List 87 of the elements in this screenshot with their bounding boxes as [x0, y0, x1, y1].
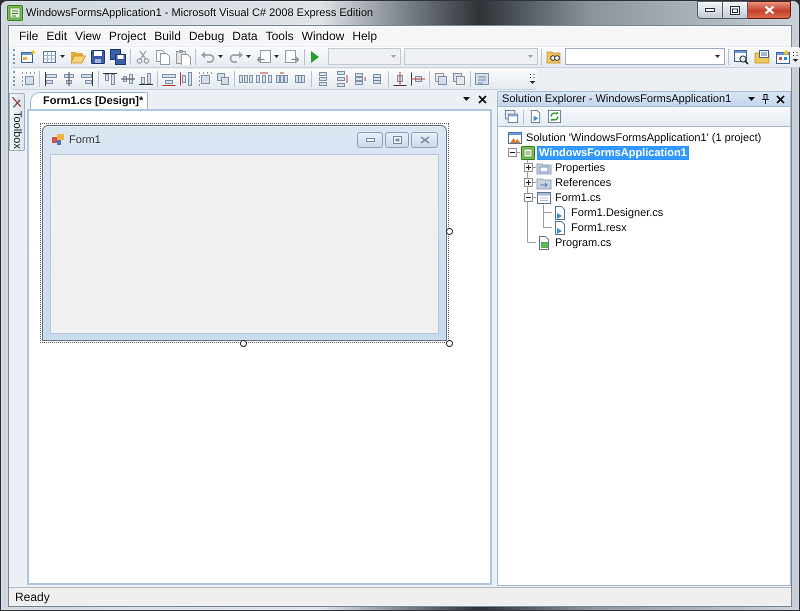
- toolbox-tab[interactable]: Toolbox: [9, 93, 25, 151]
- window-stack-icon[interactable]: [504, 109, 519, 124]
- send-to-back-icon[interactable]: [451, 70, 467, 86]
- menu-item[interactable]: Help: [350, 28, 379, 44]
- minimize-icon: [366, 138, 374, 142]
- close-button[interactable]: [748, 1, 791, 19]
- menu-item[interactable]: Debug: [186, 28, 226, 44]
- minimize-icon: [705, 8, 715, 12]
- copy-icon[interactable]: [155, 48, 171, 64]
- pin-icon[interactable]: [762, 94, 769, 104]
- tree-item[interactable]: Program.cs: [553, 236, 614, 250]
- menu-item[interactable]: Window: [300, 28, 346, 44]
- new-window-icon[interactable]: [20, 48, 36, 64]
- dropdown-arrow-icon[interactable]: [274, 55, 279, 58]
- menu-item[interactable]: View: [73, 28, 103, 44]
- menu-item[interactable]: Edit: [44, 28, 70, 44]
- tree-item[interactable]: Form1.cs: [553, 190, 603, 204]
- tree-item[interactable]: References: [553, 176, 614, 190]
- save-icon[interactable]: [90, 48, 106, 64]
- dropdown-arrow-icon[interactable]: [463, 97, 470, 101]
- toolbar-overflow-icon[interactable]: [529, 72, 536, 84]
- center-horizontally-icon[interactable]: [392, 70, 408, 86]
- center-vertically-icon[interactable]: [410, 70, 426, 86]
- resize-handle[interactable]: [240, 340, 247, 347]
- dropdown-arrow-icon[interactable]: [60, 55, 65, 58]
- collapse-icon[interactable]: [508, 148, 516, 157]
- align-right-icon[interactable]: [79, 70, 95, 86]
- align-bottom-icon[interactable]: [138, 70, 154, 86]
- expand-icon[interactable]: [524, 178, 532, 187]
- file-icon: [552, 204, 568, 220]
- collapse-icon[interactable]: [524, 193, 532, 202]
- bring-to-front-icon[interactable]: [433, 70, 449, 86]
- align-center-icon[interactable]: [61, 70, 77, 86]
- folder-page-icon[interactable]: [754, 48, 770, 64]
- align-top-icon[interactable]: [102, 70, 118, 86]
- menu-item[interactable]: Data: [230, 28, 260, 44]
- toolbar-overflow-icon[interactable]: [792, 50, 799, 62]
- menu-item[interactable]: Tools: [264, 28, 296, 44]
- maximize-icon: [730, 6, 740, 14]
- size-to-grid-icon[interactable]: [197, 70, 213, 86]
- align-to-grid-icon[interactable]: [20, 70, 36, 86]
- maximize-icon: [392, 136, 402, 144]
- tree-item[interactable]: Properties: [553, 160, 608, 174]
- panel-title: Solution Explorer - WindowsFormsApplication1: [502, 92, 732, 106]
- dropdown-arrow-icon[interactable]: [246, 55, 251, 58]
- close-icon[interactable]: [776, 94, 785, 104]
- menu-item[interactable]: Project: [106, 28, 148, 44]
- minimize-button[interactable]: [697, 1, 723, 19]
- tools-icon: [10, 96, 24, 109]
- play-icon[interactable]: [310, 50, 320, 64]
- form-title: Form1: [69, 134, 101, 146]
- grid-icon[interactable]: [42, 48, 58, 64]
- file-icon: [552, 220, 568, 236]
- align-left-icon[interactable]: [43, 70, 59, 86]
- expand-icon[interactable]: [524, 163, 532, 172]
- window-title: WindowsFormsApplication1 - Microsoft Visual C# 2008 Express Edition: [26, 7, 374, 20]
- maximize-button[interactable]: [723, 1, 748, 19]
- page-icon[interactable]: [528, 109, 543, 124]
- solution-icon: [507, 130, 523, 146]
- refresh-icon[interactable]: [547, 109, 562, 124]
- project-icon: [520, 144, 536, 160]
- tree-item[interactable]: Form1.resx: [569, 220, 629, 234]
- folder-search-icon[interactable]: [546, 48, 562, 64]
- same-height-icon[interactable]: [179, 70, 195, 86]
- tab-order-icon[interactable]: [474, 70, 490, 86]
- page-forward-icon[interactable]: [284, 48, 300, 64]
- application-icon: [7, 5, 23, 21]
- tree-item[interactable]: Form1.Designer.cs: [569, 206, 666, 220]
- dropdown-arrow-icon[interactable]: [748, 97, 755, 101]
- resize-handle[interactable]: [446, 228, 453, 235]
- menu-item[interactable]: Build: [152, 28, 183, 44]
- paste-icon[interactable]: [175, 48, 191, 64]
- dropdown-arrow-icon[interactable]: [715, 55, 720, 58]
- dropdown-arrow-icon[interactable]: [218, 55, 223, 58]
- form-file-icon: [536, 190, 552, 206]
- window-search-icon[interactable]: [733, 48, 749, 64]
- menu-item[interactable]: File: [17, 28, 40, 44]
- code-file-icon: [536, 234, 552, 250]
- tree-item[interactable]: Solution 'WindowsFormsApplication1' (1 project): [524, 130, 764, 144]
- status-text: Ready: [15, 590, 50, 604]
- document-tab[interactable]: Form1.cs [Design]*: [30, 92, 148, 109]
- resize-handle[interactable]: [446, 340, 453, 347]
- close-icon: [420, 136, 430, 144]
- save-all-icon[interactable]: [110, 48, 126, 64]
- close-icon[interactable]: [478, 95, 487, 104]
- close-icon: [764, 5, 774, 15]
- form-icon: [52, 134, 64, 146]
